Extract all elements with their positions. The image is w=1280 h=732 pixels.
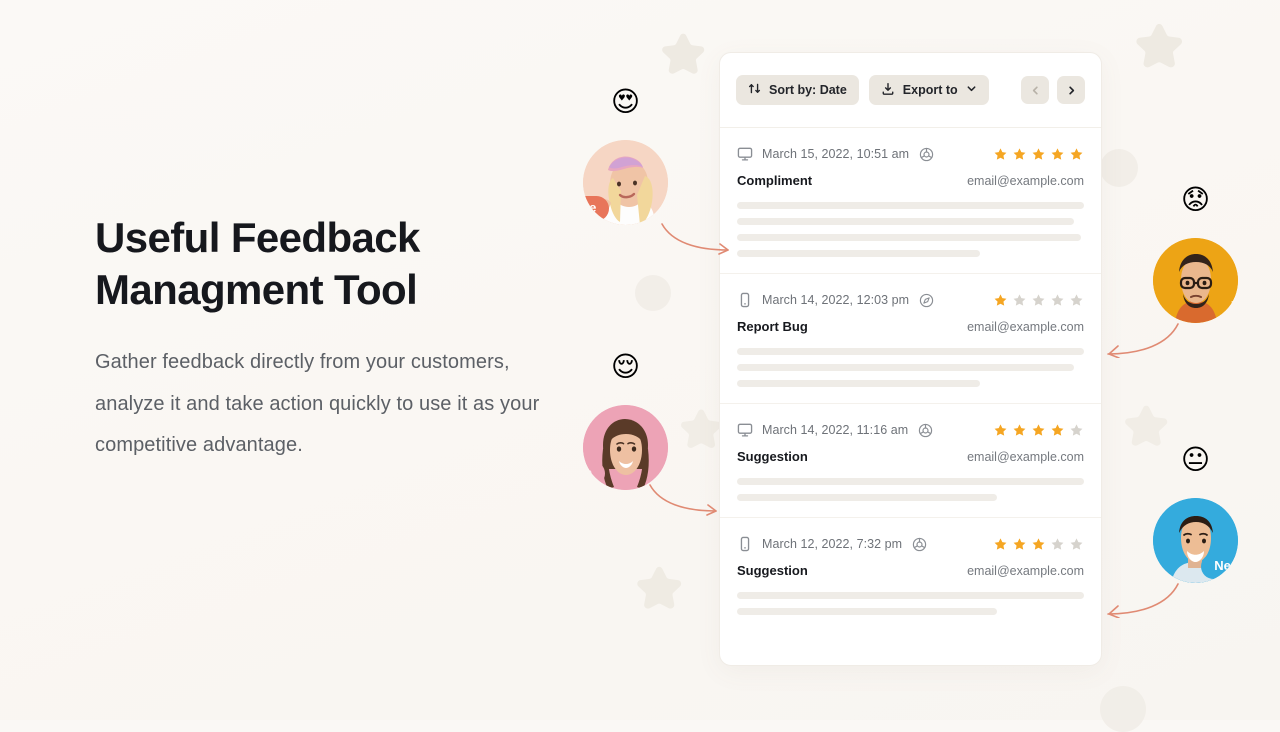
headline-line-2: Managment Tool: [95, 266, 418, 313]
feedback-row-header: March 15, 2022, 10:51 am: [737, 146, 1084, 162]
feedback-email: email@example.com: [967, 320, 1084, 334]
frowning-emoji: 😟: [1180, 183, 1211, 216]
feedback-title: Compliment: [737, 173, 813, 188]
feedback-email: email@example.com: [967, 174, 1084, 188]
feedback-row[interactable]: March 15, 2022, 10:51 am Compliment email@…: [720, 128, 1101, 274]
feedback-date: March 12, 2022, 7:32 pm: [762, 537, 903, 551]
feedback-text-placeholder: [737, 478, 1084, 501]
hero-copy: Useful Feedback Managment Tool Gather fe…: [95, 212, 565, 467]
desktop-icon: [737, 422, 753, 438]
sort-arrows-icon: [748, 82, 761, 98]
chevron-down-icon: [966, 83, 977, 97]
arrow-neutral: [1107, 583, 1179, 618]
feedback-row[interactable]: March 14, 2022, 11:16 am Suggestion email@…: [720, 404, 1101, 518]
page-title: Useful Feedback Managment Tool: [95, 212, 565, 316]
download-icon: [881, 82, 895, 99]
relieved-emoji: 😌: [610, 350, 641, 383]
card-toolbar: Sort by: Date Export to: [720, 53, 1101, 128]
decor-star-icon: [659, 30, 707, 78]
feedback-text-placeholder: [737, 202, 1084, 257]
feedback-row[interactable]: March 14, 2022, 12:03 pm Report Bug email@…: [720, 274, 1101, 404]
feedback-row-body: Report Bug email@example.com: [737, 319, 1084, 334]
feedback-title: Suggestion: [737, 563, 808, 578]
avatar: Hate: [1153, 238, 1238, 323]
feedback-email: email@example.com: [967, 564, 1084, 578]
decor-circle: [1100, 686, 1146, 732]
safari-icon: [919, 293, 934, 308]
avatar: Like: [583, 405, 668, 490]
arrow-hate: [1107, 323, 1179, 358]
avatar: Love: [583, 140, 668, 225]
desktop-icon: [737, 146, 753, 162]
rating-stars[interactable]: [993, 147, 1084, 162]
rating-stars[interactable]: [993, 423, 1084, 438]
previous-page-button[interactable]: [1021, 76, 1049, 104]
page-background: Useful Feedback Managment Tool Gather fe…: [0, 0, 1280, 732]
feedback-text-placeholder: [737, 592, 1084, 615]
neutral-face-emoji: 😐: [1180, 443, 1211, 476]
mobile-icon: [737, 536, 753, 552]
feedback-row-body: Compliment email@example.com: [737, 173, 1084, 188]
reaction-hate[interactable]: 😟 Hate: [1153, 186, 1238, 323]
feedback-date: March 14, 2022, 12:03 pm: [762, 293, 910, 307]
rating-stars[interactable]: [993, 293, 1084, 308]
reaction-badge: Hate: [1217, 294, 1238, 319]
feedback-row-body: Suggestion email@example.com: [737, 563, 1084, 578]
reaction-badge: Love: [583, 196, 610, 221]
rating-stars[interactable]: [993, 537, 1084, 552]
next-page-button[interactable]: [1057, 76, 1085, 104]
pagination: [1021, 76, 1085, 104]
feedback-email: email@example.com: [967, 450, 1084, 464]
reaction-like[interactable]: 😌 Like: [583, 353, 668, 490]
mobile-icon: [737, 292, 753, 308]
feedback-title: Report Bug: [737, 319, 808, 334]
chrome-icon: [919, 147, 934, 162]
decor-star-icon: [1133, 20, 1185, 72]
feedback-date: March 15, 2022, 10:51 am: [762, 147, 910, 161]
feedback-card: Sort by: Date Export to March 15, 2022, …: [719, 52, 1102, 666]
feedback-title: Suggestion: [737, 449, 808, 464]
sort-by-label: Sort by: Date: [769, 83, 847, 97]
decor-circle: [1100, 149, 1138, 187]
heart-eyes-emoji: 😍: [610, 85, 641, 118]
feedback-list: March 15, 2022, 10:51 am Compliment email@…: [720, 128, 1101, 631]
feedback-row-header: March 12, 2022, 7:32 pm: [737, 536, 1084, 552]
feedback-text-placeholder: [737, 348, 1084, 387]
decor-star-icon: [678, 406, 724, 452]
export-to-label: Export to: [902, 83, 958, 97]
feedback-row-header: March 14, 2022, 12:03 pm: [737, 292, 1084, 308]
decor-star-icon: [634, 563, 684, 613]
sort-by-button[interactable]: Sort by: Date: [736, 75, 859, 105]
hero-subcopy: Gather feedback directly from your custo…: [95, 351, 540, 456]
decor-circle: [635, 275, 671, 311]
reaction-love[interactable]: 😍 Love: [583, 88, 668, 225]
feedback-date: March 14, 2022, 11:16 am: [762, 423, 909, 437]
decor-star-icon: [1122, 402, 1170, 450]
reaction-neutral[interactable]: 😐 Neutral: [1153, 446, 1238, 583]
feedback-row-header: March 14, 2022, 11:16 am: [737, 422, 1084, 438]
feedback-row-body: Suggestion email@example.com: [737, 449, 1084, 464]
headline-line-1: Useful Feedback: [95, 214, 420, 261]
chrome-icon: [918, 423, 933, 438]
feedback-row[interactable]: March 12, 2022, 7:32 pm Suggestion email@e…: [720, 518, 1101, 631]
chrome-icon: [912, 537, 927, 552]
avatar: Neutral: [1153, 498, 1238, 583]
reaction-badge: Neutral: [1201, 554, 1238, 579]
export-to-button[interactable]: Export to: [868, 75, 989, 105]
